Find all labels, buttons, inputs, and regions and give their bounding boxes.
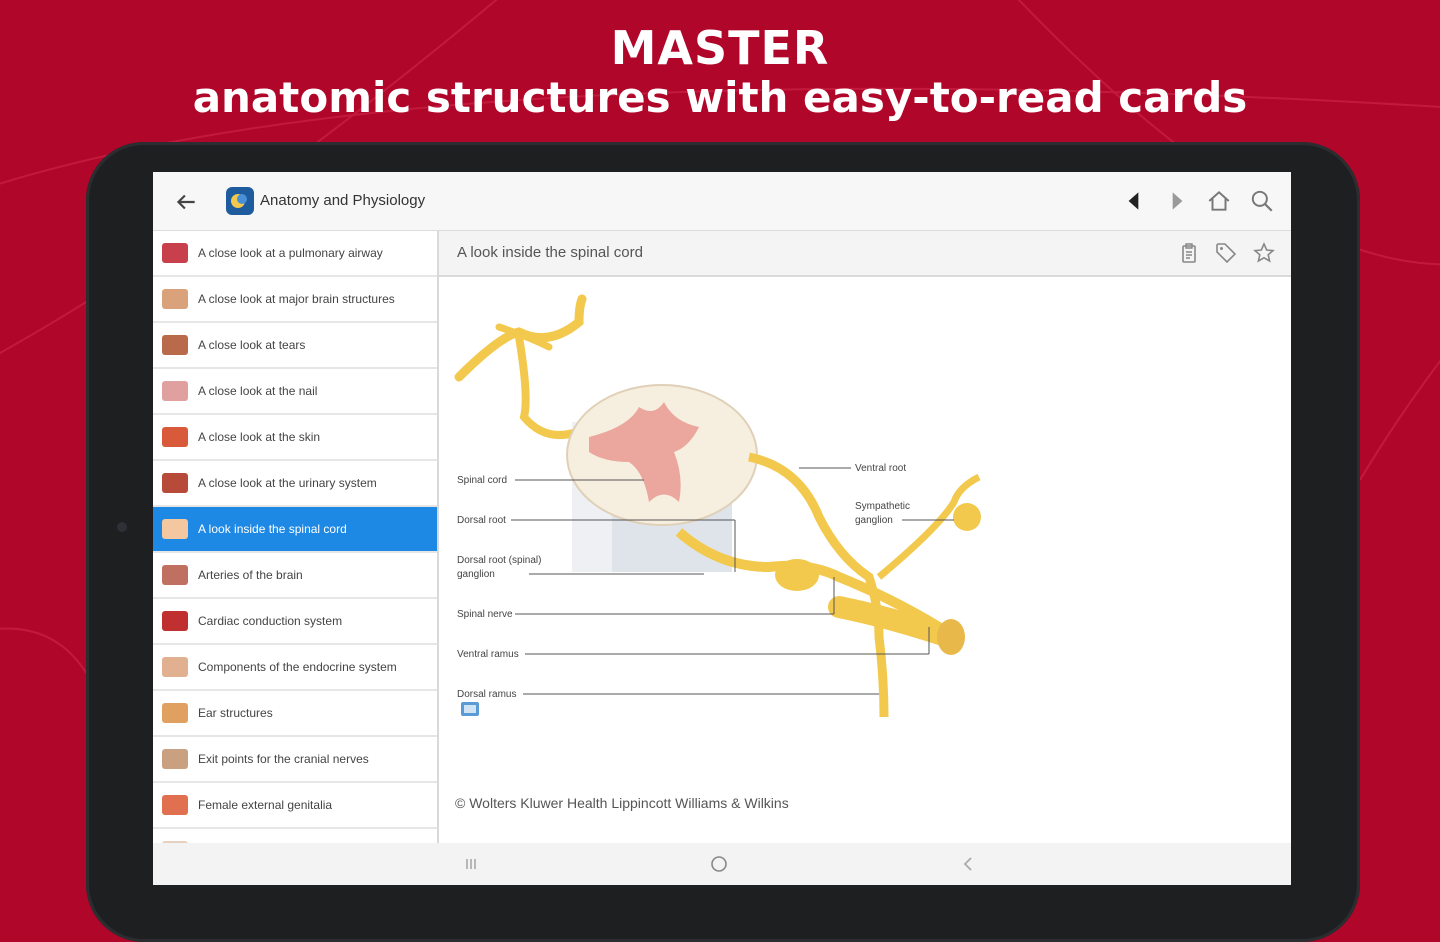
arrow-back-icon[interactable]: [173, 189, 199, 215]
label-ventral-root: Ventral root: [855, 463, 906, 474]
nav-back-icon[interactable]: [957, 853, 979, 875]
thumbnail-image: [162, 657, 188, 677]
list-item-label: A close look at the urinary system: [198, 476, 377, 490]
thumbnail-image: [162, 519, 188, 539]
list-item-label: Ear structures: [198, 706, 273, 720]
recent-apps-icon[interactable]: [460, 853, 482, 875]
thumbnail-image: [162, 611, 188, 631]
thumbnail-image: [162, 795, 188, 815]
next-icon[interactable]: [1164, 188, 1190, 214]
label-dorsal-root: Dorsal root: [457, 515, 506, 526]
thumbnail-image: [162, 243, 188, 263]
list-item-label: Cardiac conduction system: [198, 614, 343, 628]
thumbnail-image: [162, 749, 188, 769]
list-item[interactable]: A close look at tears: [153, 323, 437, 369]
list-item-selected[interactable]: A look inside the spinal cord: [153, 507, 437, 553]
list-item-label: Arteries of the brain: [198, 568, 303, 582]
list-item[interactable]: A close look at a pulmonary airway: [153, 231, 437, 277]
list-item[interactable]: Exit points for the cranial nerves: [153, 737, 437, 783]
topic-list: A close look at a pulmonary airway A clo…: [153, 231, 439, 843]
camera-dot: [117, 522, 127, 532]
headline-title: MASTER: [610, 21, 830, 75]
thumbnail-image: [162, 473, 188, 493]
label-spinal-cord: Spinal cord: [457, 475, 507, 486]
tablet-screen: Anatomy and Physiology A close look at a…: [153, 172, 1291, 885]
list-item-label: A close look at the skin: [198, 430, 321, 444]
list-item-label: Components of the endocrine system: [198, 660, 397, 674]
star-icon[interactable]: [1252, 241, 1276, 265]
card-header: A look inside the spinal cord: [439, 231, 1291, 277]
list-item[interactable]: Components of the endocrine system: [153, 645, 437, 691]
label-spinal-nerve: Spinal nerve: [457, 609, 513, 620]
label-sympathetic-1: Sympathetic: [855, 501, 910, 512]
thumbnail-image: [162, 427, 188, 447]
promo-headline: MASTER anatomic structures with easy-to-…: [0, 20, 1440, 124]
label-sympathetic-2: ganglion: [855, 515, 893, 526]
tag-icon[interactable]: [1214, 241, 1238, 265]
list-item-label: A look inside the spinal cord: [198, 522, 347, 536]
list-item-label: Female external genitalia: [198, 798, 333, 812]
thumbnail-image: [162, 565, 188, 585]
list-item-label: A close look at major brain structures: [198, 292, 395, 306]
card-title: A look inside the spinal cord: [457, 244, 643, 261]
thumbnail-image: [162, 289, 188, 309]
copyright-text: © Wolters Kluwer Health Lippincott Willi…: [455, 795, 789, 811]
prev-icon[interactable]: [1121, 188, 1147, 214]
list-item[interactable]: A close look at the urinary system: [153, 461, 437, 507]
list-item[interactable]: A close look at major brain structures: [153, 277, 437, 323]
label-dorsal-root-ganglion-2: ganglion: [457, 569, 495, 580]
search-icon[interactable]: [1249, 188, 1275, 214]
list-item-label: Exit points for the cranial nerves: [198, 752, 369, 766]
zoom-image-icon[interactable]: [461, 702, 479, 716]
list-item[interactable]: Female external genitalia: [153, 783, 437, 829]
list-item[interactable]: [153, 829, 437, 843]
label-dorsal-ramus: Dorsal ramus: [457, 689, 516, 700]
list-item[interactable]: Arteries of the brain: [153, 553, 437, 599]
headline-subtitle: anatomic structures with easy-to-read ca…: [192, 73, 1248, 122]
label-ventral-ramus: Ventral ramus: [457, 649, 519, 660]
home-icon[interactable]: [1206, 188, 1232, 214]
card-content: A look inside the spinal cord Spinal cor…: [439, 231, 1291, 843]
app-logo: [226, 187, 254, 215]
app-title: Anatomy and Physiology: [260, 192, 426, 209]
list-item[interactable]: Ear structures: [153, 691, 437, 737]
thumbnail-image: [162, 381, 188, 401]
thumbnail-image: [162, 703, 188, 723]
list-item[interactable]: A close look at the skin: [153, 415, 437, 461]
system-nav-bar: [153, 843, 1291, 885]
thumbnail-image: [162, 335, 188, 355]
notes-icon[interactable]: [1177, 241, 1201, 265]
home-circle-icon[interactable]: [708, 853, 730, 875]
list-item-label: A close look at a pulmonary airway: [198, 246, 383, 260]
list-item[interactable]: Cardiac conduction system: [153, 599, 437, 645]
app-bar: Anatomy and Physiology: [153, 172, 1291, 231]
list-item[interactable]: A close look at the nail: [153, 369, 437, 415]
spinal-cord-illustration: Spinal cord Dorsal root Dorsal root (spi…: [454, 294, 981, 718]
list-item-label: A close look at the nail: [198, 384, 318, 398]
label-dorsal-root-ganglion-1: Dorsal root (spinal): [457, 555, 541, 566]
list-item-label: A close look at tears: [198, 338, 306, 352]
